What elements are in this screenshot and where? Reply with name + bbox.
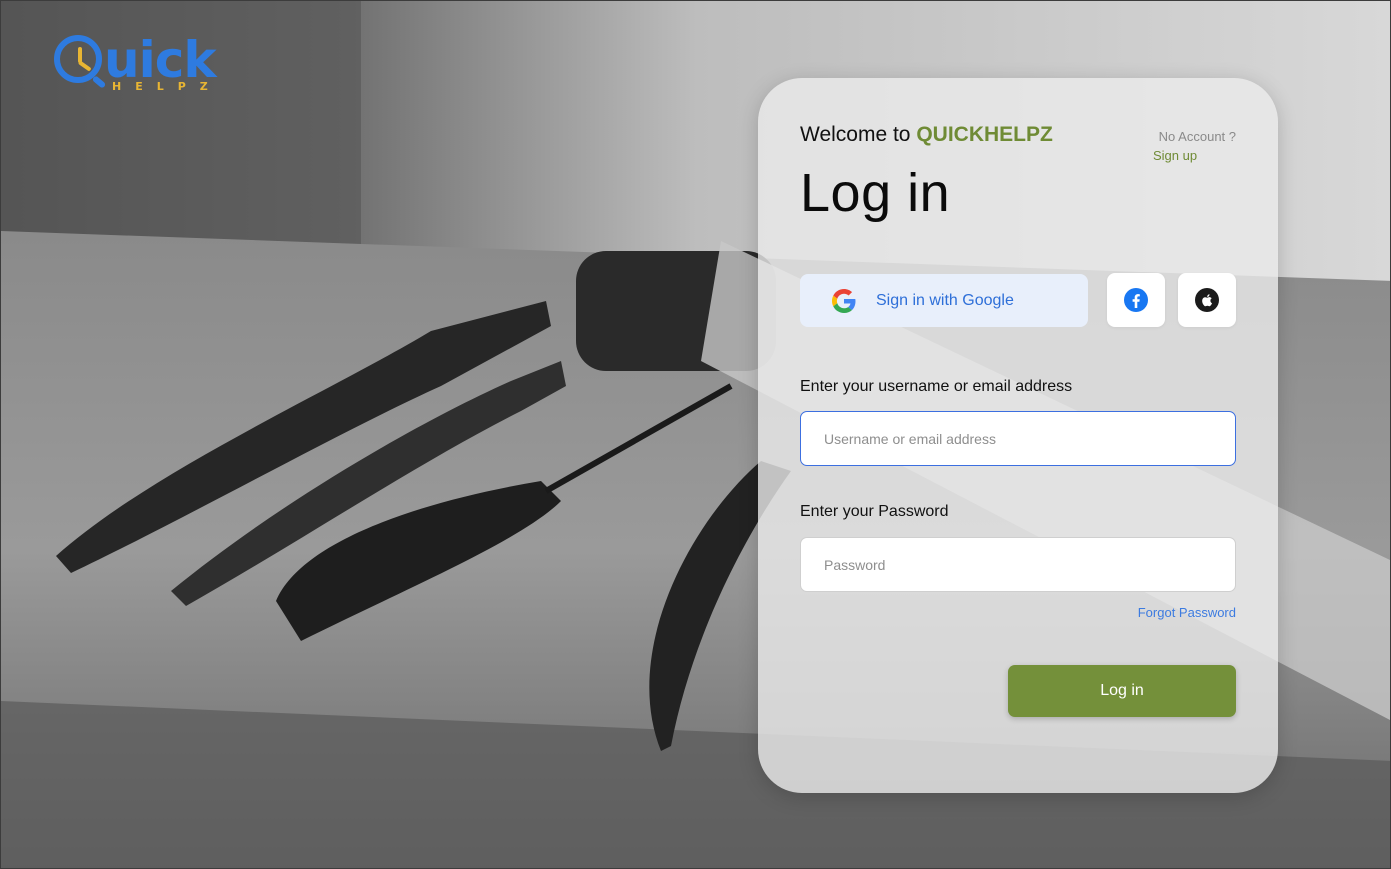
google-signin-label: Sign in with Google (876, 291, 1014, 309)
login-card: Welcome to QUICKHELPZ No Account ? Sign … (758, 78, 1278, 793)
welcome-prefix: Welcome to (800, 123, 917, 146)
google-signin-button[interactable]: Sign in with Google (800, 274, 1088, 327)
welcome-brand: QUICKHELPZ (916, 123, 1053, 146)
facebook-icon (1124, 288, 1148, 312)
apple-icon (1195, 288, 1219, 312)
google-icon (832, 288, 856, 313)
username-label: Enter your username or email address (800, 378, 1073, 395)
page-title: Log in (800, 163, 951, 223)
forgot-password-link[interactable]: Forgot Password (1138, 605, 1236, 620)
apple-signin-button[interactable] (1178, 273, 1236, 327)
welcome-text: Welcome to QUICKHELPZ (800, 123, 1053, 147)
username-input[interactable] (800, 411, 1236, 466)
signup-link[interactable]: Sign up (1153, 148, 1197, 163)
password-input[interactable] (800, 537, 1236, 592)
logo-clock-icon (54, 35, 102, 83)
login-button[interactable]: Log in (1008, 665, 1236, 717)
no-account-text: No Account ? (1158, 129, 1236, 144)
logo-subtitle: HELPZ (112, 80, 222, 93)
password-label: Enter your Password (800, 503, 949, 520)
quickhelpz-logo[interactable]: uick HELPZ (54, 30, 234, 100)
facebook-signin-button[interactable] (1107, 273, 1165, 327)
